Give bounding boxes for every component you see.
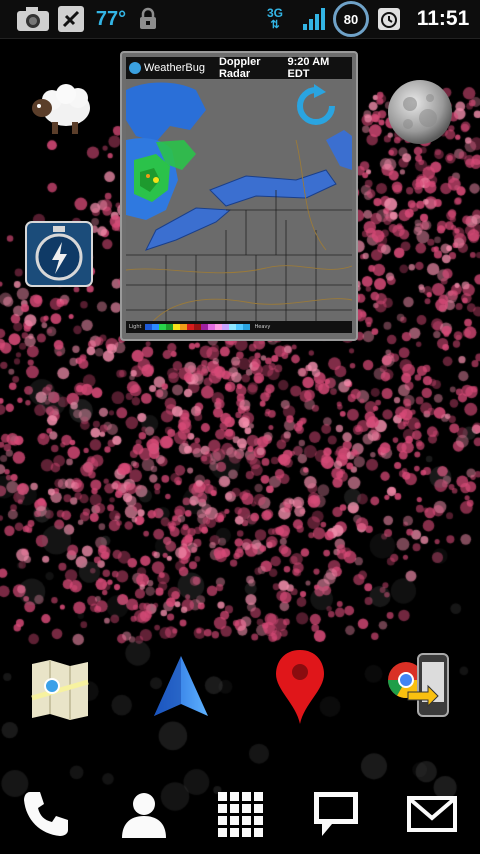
stopwatch-icon[interactable] [24, 220, 94, 288]
legend-color-swatch [201, 324, 209, 330]
radar-time: 9:20 AM EDT [287, 56, 330, 80]
widget-title: Doppler Radar [218, 56, 261, 80]
battery-indicator: 80 [332, 0, 370, 38]
contacts-icon[interactable] [118, 788, 170, 840]
chrome-to-phone-icon[interactable] [384, 650, 454, 720]
radar-map[interactable] [126, 80, 352, 330]
weatherbug-logo-icon [129, 62, 141, 74]
legend-color-swatch [180, 324, 188, 330]
legend-color-swatch [152, 324, 160, 330]
clock: 11:51 [416, 7, 470, 30]
navigation-icon[interactable] [150, 654, 212, 722]
camera-icon [14, 0, 52, 38]
legend-color-swatch [236, 324, 244, 330]
lock-icon [136, 0, 160, 38]
legend-color-swatch [194, 324, 202, 330]
legend-color-swatch [243, 324, 251, 330]
legend-color-swatch [159, 324, 167, 330]
email-icon[interactable] [404, 788, 460, 840]
legend-heavy-label: Heavy [254, 324, 271, 330]
alarm-icon [374, 0, 404, 38]
weatherbug-brand: WeatherBug [129, 62, 205, 74]
network-type: 3G [266, 6, 283, 20]
battery-level: 80 [333, 1, 369, 37]
temperature-readout: 77° [95, 7, 127, 30]
maps-icon[interactable] [28, 658, 92, 722]
widget-header: WeatherBug Doppler Radar 9:20 AM EDT [126, 56, 352, 80]
legend-color-swatch [229, 324, 237, 330]
legend-color-scale [145, 324, 251, 330]
places-icon[interactable] [272, 648, 328, 726]
phone-icon[interactable] [20, 788, 72, 840]
dock-bar [0, 770, 480, 854]
network-indicator: 3G ⇅ [266, 6, 283, 31]
legend-color-swatch [222, 324, 230, 330]
legend-color-swatch [208, 324, 216, 330]
legend-color-swatch [187, 324, 195, 330]
status-bar: 77° 3G ⇅ 80 11:51 [0, 0, 480, 39]
app-drawer-icon[interactable] [214, 788, 266, 840]
legend-color-swatch [173, 324, 181, 330]
signal-icon [300, 0, 328, 38]
weatherbug-radar-widget[interactable]: WeatherBug Doppler Radar 9:20 AM EDT Lig… [120, 51, 358, 341]
legend-color-swatch [145, 324, 153, 330]
legend-color-swatch [166, 324, 174, 330]
legend-color-swatch [215, 324, 223, 330]
radar-legend: Light Heavy [126, 321, 352, 333]
legend-light-label: Light [129, 324, 142, 330]
moon-icon[interactable] [386, 78, 454, 146]
sheep-icon[interactable] [26, 82, 94, 138]
refresh-icon[interactable] [294, 84, 338, 128]
weatherbug-brand-label: WeatherBug [144, 62, 205, 74]
usb-debug-icon [54, 0, 88, 38]
messaging-icon[interactable] [310, 788, 362, 840]
